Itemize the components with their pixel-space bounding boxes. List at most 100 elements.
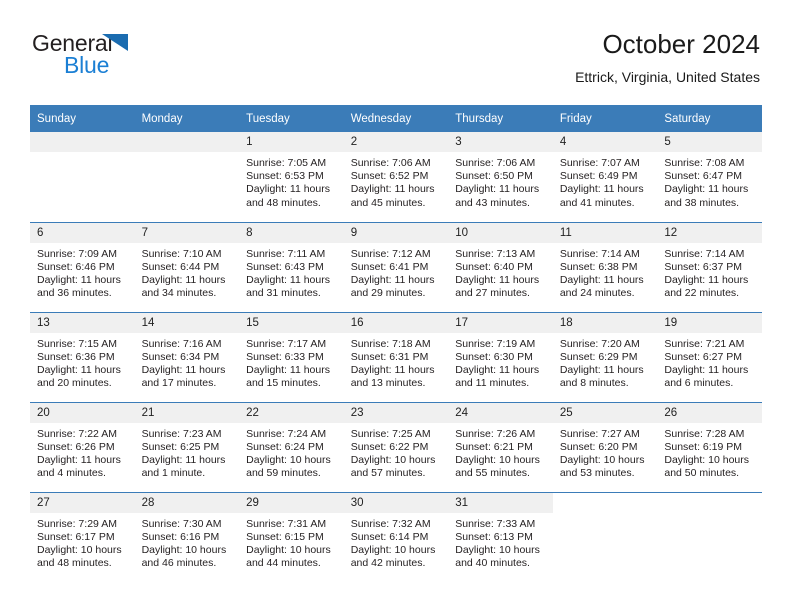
calendar-cell[interactable] [552, 491, 658, 582]
daylight-duration-line1: Daylight: 11 hours [455, 183, 540, 196]
sunrise-time: Sunrise: 7:29 AM [37, 517, 117, 530]
calendar-cell[interactable]: 11 Sunrise: 7:14 AM Sunset: 6:38 PM Dayligh… [552, 221, 658, 312]
calendar-cell[interactable]: 19 Sunrise: 7:21 AM Sunset: 6:27 PM Dayligh… [657, 311, 762, 402]
calendar-cell[interactable] [134, 132, 240, 222]
daylight-duration-line2: and 20 minutes. [37, 377, 112, 390]
calendar-cell[interactable]: 27 Sunrise: 7:29 AM Sunset: 6:17 PM Dayligh… [30, 491, 135, 582]
calendar-cell[interactable]: 28 Sunrise: 7:30 AM Sunset: 6:16 PM Dayligh… [134, 491, 240, 582]
general-blue-logo[interactable]: General Blue [32, 32, 232, 86]
calendar-day-cell[interactable]: 6 Sunrise: 7:09 AM Sunset: 6:46 PM Daylight… [30, 222, 135, 312]
calendar-cell[interactable]: 23 Sunrise: 7:25 AM Sunset: 6:22 PM Dayligh… [343, 401, 449, 492]
calendar-day-cell[interactable]: 3 Sunrise: 7:06 AM Sunset: 6:50 PM Daylight… [448, 132, 553, 221]
calendar-cell[interactable]: 31 Sunrise: 7:33 AM Sunset: 6:13 PM Dayligh… [448, 491, 553, 582]
calendar-cell[interactable]: 26 Sunrise: 7:28 AM Sunset: 6:19 PM Dayligh… [657, 401, 762, 492]
sunset-time: Sunset: 6:53 PM [246, 170, 324, 183]
calendar-cell[interactable]: 12 Sunrise: 7:14 AM Sunset: 6:37 PM Dayligh… [657, 221, 762, 312]
sunrise-time: Sunrise: 7:21 AM [664, 337, 745, 350]
weekday-header-friday: Friday [552, 105, 658, 132]
calendar-day-cell[interactable]: 23 Sunrise: 7:25 AM Sunset: 6:22 PM Dayligh… [343, 402, 449, 492]
calendar-cell[interactable]: 15 Sunrise: 7:17 AM Sunset: 6:33 PM Dayligh… [239, 311, 344, 402]
daylight-duration-line2: and 34 minutes. [141, 287, 217, 300]
calendar-cell[interactable]: 4 Sunrise: 7:07 AM Sunset: 6:49 PM Daylight… [552, 132, 658, 222]
calendar-cell[interactable]: 9 Sunrise: 7:12 AM Sunset: 6:41 PM Daylight… [343, 221, 449, 312]
calendar-day-cell[interactable]: 31 Sunrise: 7:33 AM Sunset: 6:13 PM Dayligh… [448, 492, 553, 582]
calendar-cell[interactable]: 10 Sunrise: 7:13 AM Sunset: 6:40 PM Dayligh… [448, 221, 553, 312]
daylight-duration-line1: Daylight: 11 hours [37, 273, 121, 286]
calendar-cell[interactable]: 25 Sunrise: 7:27 AM Sunset: 6:20 PM Dayligh… [552, 401, 658, 492]
calendar-cell[interactable]: 22 Sunrise: 7:24 AM Sunset: 6:24 PM Dayligh… [239, 401, 344, 492]
sunset-time: Sunset: 6:34 PM [141, 350, 220, 363]
day-number: 24 [448, 402, 553, 423]
daylight-duration-line1: Daylight: 11 hours [37, 453, 121, 466]
calendar-cell[interactable] [657, 491, 762, 582]
calendar-cell[interactable]: 8 Sunrise: 7:11 AM Sunset: 6:43 PM Daylight… [239, 221, 344, 312]
calendar-cell[interactable]: 17 Sunrise: 7:19 AM Sunset: 6:30 PM Dayligh… [448, 311, 553, 402]
calendar-day-cell[interactable]: 15 Sunrise: 7:17 AM Sunset: 6:33 PM Dayligh… [239, 312, 344, 402]
calendar-day-cell[interactable]: 20 Sunrise: 7:22 AM Sunset: 6:26 PM Dayligh… [30, 402, 135, 492]
calendar-cell[interactable]: 13 Sunrise: 7:15 AM Sunset: 6:36 PM Dayligh… [30, 311, 135, 402]
day-number: 23 [343, 402, 449, 423]
calendar-day-cell[interactable]: 5 Sunrise: 7:08 AM Sunset: 6:47 PM Daylight… [657, 132, 762, 221]
day-sun-info: Sunrise: 7:29 AM Sunset: 6:17 PM Daylight:… [30, 513, 135, 571]
calendar-day-cell[interactable]: 21 Sunrise: 7:23 AM Sunset: 6:25 PM Dayligh… [134, 402, 240, 492]
calendar-day-cell[interactable]: 28 Sunrise: 7:30 AM Sunset: 6:16 PM Dayligh… [134, 492, 240, 582]
calendar-cell[interactable]: 5 Sunrise: 7:08 AM Sunset: 6:47 PM Daylight… [657, 132, 762, 222]
calendar-day-cell[interactable]: 26 Sunrise: 7:28 AM Sunset: 6:19 PM Dayligh… [657, 402, 762, 492]
calendar-day-cell[interactable]: 1 Sunrise: 7:05 AM Sunset: 6:53 PM Daylight… [239, 132, 344, 221]
calendar-cell[interactable]: 24 Sunrise: 7:26 AM Sunset: 6:21 PM Dayligh… [448, 401, 553, 492]
calendar-day-cell[interactable]: 22 Sunrise: 7:24 AM Sunset: 6:24 PM Dayligh… [239, 402, 344, 492]
calendar-day-cell[interactable]: 29 Sunrise: 7:31 AM Sunset: 6:15 PM Dayligh… [239, 492, 344, 582]
sunrise-time: Sunrise: 7:27 AM [559, 427, 640, 440]
calendar-page: General Blue October 2024 Ettrick, Virgi… [0, 0, 792, 612]
calendar-day-cell[interactable]: 14 Sunrise: 7:16 AM Sunset: 6:34 PM Dayligh… [134, 312, 240, 402]
calendar-day-cell[interactable]: 9 Sunrise: 7:12 AM Sunset: 6:41 PM Daylight… [343, 222, 449, 312]
page-header: General Blue October 2024 Ettrick, Virgi… [32, 28, 760, 98]
calendar-cell[interactable]: 29 Sunrise: 7:31 AM Sunset: 6:15 PM Dayligh… [239, 491, 344, 582]
calendar-cell[interactable]: 6 Sunrise: 7:09 AM Sunset: 6:46 PM Daylight… [30, 221, 135, 312]
calendar-day-cell[interactable]: 2 Sunrise: 7:06 AM Sunset: 6:52 PM Daylight… [343, 132, 449, 221]
sunrise-time: Sunrise: 7:06 AM [350, 157, 431, 169]
calendar-cell[interactable]: 2 Sunrise: 7:06 AM Sunset: 6:52 PM Daylight… [343, 132, 449, 222]
sunset-time: Sunset: 6:43 PM [246, 260, 324, 273]
calendar-day-cell[interactable]: 25 Sunrise: 7:27 AM Sunset: 6:20 PM Dayligh… [552, 402, 658, 492]
calendar-day-cell[interactable]: 18 Sunrise: 7:20 AM Sunset: 6:29 PM Dayligh… [552, 312, 658, 402]
calendar-cell[interactable]: 1 Sunrise: 7:05 AM Sunset: 6:53 PM Daylight… [239, 132, 344, 222]
daylight-duration-line1: Daylight: 10 hours [559, 453, 645, 466]
calendar-cell[interactable] [30, 132, 135, 222]
calendar-day-cell[interactable]: 11 Sunrise: 7:14 AM Sunset: 6:38 PM Dayligh… [552, 222, 658, 312]
calendar-cell[interactable]: 16 Sunrise: 7:18 AM Sunset: 6:31 PM Dayligh… [343, 311, 449, 402]
calendar-day-cell[interactable]: 7 Sunrise: 7:10 AM Sunset: 6:44 PM Daylight… [134, 222, 240, 312]
calendar-day-cell[interactable]: 12 Sunrise: 7:14 AM Sunset: 6:37 PM Dayligh… [657, 222, 762, 312]
calendar-day-cell[interactable]: 8 Sunrise: 7:11 AM Sunset: 6:43 PM Daylight… [239, 222, 344, 312]
calendar-day-cell[interactable]: 19 Sunrise: 7:21 AM Sunset: 6:27 PM Dayligh… [657, 312, 762, 402]
day-number: 3 [448, 132, 553, 152]
day-number: 17 [448, 312, 553, 333]
calendar-day-cell[interactable]: 24 Sunrise: 7:26 AM Sunset: 6:21 PM Dayligh… [448, 402, 553, 492]
calendar-cell[interactable]: 21 Sunrise: 7:23 AM Sunset: 6:25 PM Dayligh… [134, 401, 240, 492]
daylight-duration-line1: Daylight: 11 hours [246, 363, 330, 376]
calendar-cell[interactable]: 14 Sunrise: 7:16 AM Sunset: 6:34 PM Dayligh… [134, 311, 240, 402]
sunset-time: Sunset: 6:46 PM [37, 260, 115, 273]
daylight-duration-line2: and 57 minutes. [350, 467, 426, 480]
calendar-day-cell[interactable]: 4 Sunrise: 7:07 AM Sunset: 6:49 PM Daylight… [552, 132, 658, 221]
calendar-day-cell[interactable]: 13 Sunrise: 7:15 AM Sunset: 6:36 PM Dayligh… [30, 312, 135, 402]
sunset-time: Sunset: 6:14 PM [350, 530, 429, 543]
calendar-table: Sunday Monday Tuesday Wednesday Thursday… [30, 105, 762, 582]
calendar-cell[interactable]: 18 Sunrise: 7:20 AM Sunset: 6:29 PM Dayligh… [552, 311, 658, 402]
calendar-cell[interactable]: 3 Sunrise: 7:06 AM Sunset: 6:50 PM Daylight… [448, 132, 553, 222]
sunset-time: Sunset: 6:30 PM [455, 350, 533, 363]
calendar-cell[interactable]: 7 Sunrise: 7:10 AM Sunset: 6:44 PM Daylight… [134, 221, 240, 312]
calendar-cell[interactable]: 30 Sunrise: 7:32 AM Sunset: 6:14 PM Dayligh… [343, 491, 449, 582]
daylight-duration-line1: Daylight: 10 hours [350, 453, 436, 466]
calendar-day-cell[interactable]: 10 Sunrise: 7:13 AM Sunset: 6:40 PM Dayligh… [448, 222, 553, 312]
sunrise-time: Sunrise: 7:12 AM [350, 247, 431, 260]
daylight-duration-line1: Daylight: 11 hours [455, 273, 540, 286]
calendar-cell[interactable]: 20 Sunrise: 7:22 AM Sunset: 6:26 PM Dayligh… [30, 401, 135, 492]
calendar-day-cell[interactable]: 16 Sunrise: 7:18 AM Sunset: 6:31 PM Dayligh… [343, 312, 449, 402]
calendar-day-cell[interactable]: 30 Sunrise: 7:32 AM Sunset: 6:14 PM Dayligh… [343, 492, 449, 582]
calendar-day-cell[interactable]: 17 Sunrise: 7:19 AM Sunset: 6:30 PM Dayligh… [448, 312, 553, 402]
weekday-header-thursday: Thursday [448, 105, 553, 132]
daylight-duration-line1: Daylight: 10 hours [141, 543, 227, 556]
day-sun-info: Sunrise: 7:15 AM Sunset: 6:36 PM Daylight:… [30, 333, 135, 391]
calendar-day-cell[interactable]: 27 Sunrise: 7:29 AM Sunset: 6:17 PM Dayligh… [30, 492, 135, 582]
